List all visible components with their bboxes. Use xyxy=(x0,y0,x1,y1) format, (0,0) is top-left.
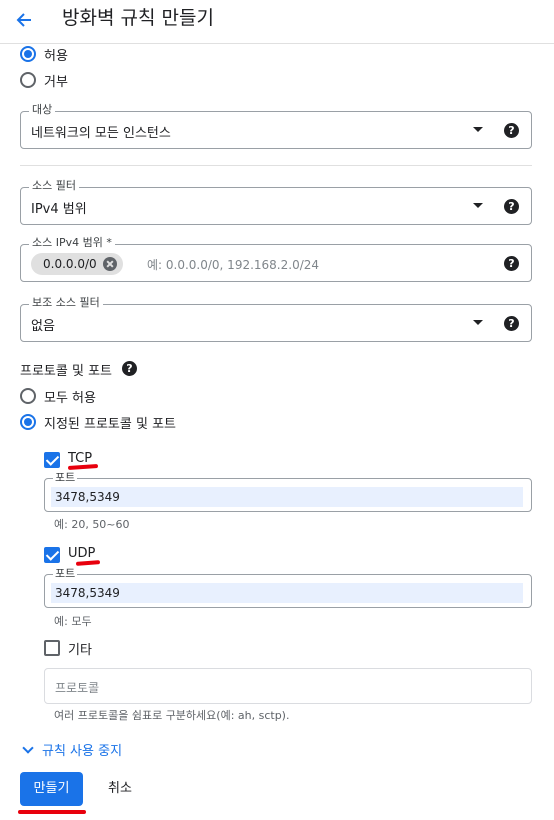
chevron-down-icon xyxy=(22,741,34,754)
arrow-left-icon xyxy=(16,13,31,27)
udp-label: UDP xyxy=(68,546,96,561)
specified-label: 지정된 프로토콜 및 포트 xyxy=(44,417,176,432)
section-divider xyxy=(20,165,532,166)
help-icon[interactable]: ? xyxy=(504,256,519,271)
udp-ports-legend: 포트 xyxy=(53,567,78,580)
annotation-underline xyxy=(67,463,99,471)
other-protocols-placeholder: 프로토콜 xyxy=(55,681,100,695)
source-ipv4-input[interactable]: 소스 IPv4 범위 * 0.0.0.0/0 예: 0.0.0.0/0, 192… xyxy=(20,236,532,282)
target-legend: 대상 xyxy=(29,103,56,117)
clear-icon[interactable] xyxy=(102,257,117,271)
target-select[interactable]: 대상 네트워크의 모든 인스턴스 ? xyxy=(20,103,532,149)
other-protocols-input[interactable]: 프로토콜 xyxy=(44,668,532,704)
udp-ports-hint: 예: 모두 xyxy=(54,615,92,628)
udp-ports-input[interactable]: 포트 3478,5349 xyxy=(44,567,532,608)
create-button[interactable]: 만들기 xyxy=(20,772,83,806)
protocols-heading: 프로토콜 및 포트 xyxy=(20,364,112,379)
help-icon[interactable]: ? xyxy=(504,316,519,331)
secondary-filter-select[interactable]: 보조 소스 필터 없음 ? xyxy=(20,296,532,342)
secondary-filter-legend: 보조 소스 필터 xyxy=(29,296,103,310)
tcp-checkbox[interactable] xyxy=(44,452,60,468)
ip-range-placeholder: 예: 0.0.0.0/0, 192.168.2.0/24 xyxy=(147,258,320,272)
secondary-filter-value: 없음 xyxy=(31,319,55,334)
help-icon[interactable]: ? xyxy=(122,361,137,376)
caret-down-icon[interactable] xyxy=(473,127,483,132)
help-icon[interactable]: ? xyxy=(504,199,519,214)
target-value: 네트워크의 모든 인스턴스 xyxy=(31,126,171,141)
ip-range-chip[interactable]: 0.0.0.0/0 xyxy=(31,253,123,275)
back-button[interactable] xyxy=(10,6,38,34)
deny-label: 거부 xyxy=(44,75,68,90)
source-filter-value: IPv4 범위 xyxy=(31,202,87,217)
deny-radio[interactable] xyxy=(20,72,36,88)
disable-rule-toggle[interactable]: 규칙 사용 중지 xyxy=(22,740,122,759)
tcp-ports-legend: 포트 xyxy=(53,471,78,484)
source-filter-legend: 소스 필터 xyxy=(29,179,79,193)
disable-rule-label: 규칙 사용 중지 xyxy=(42,744,123,759)
allow-radio[interactable] xyxy=(20,46,36,62)
app-header: 방화벽 규칙 만들기 xyxy=(0,0,554,44)
other-label: 기타 xyxy=(68,643,92,658)
allow-all-label: 모두 허용 xyxy=(44,391,96,406)
help-icon[interactable]: ? xyxy=(504,123,519,138)
specified-radio[interactable] xyxy=(20,414,36,430)
other-checkbox[interactable] xyxy=(44,640,60,656)
annotation-underline xyxy=(75,560,101,566)
caret-down-icon[interactable] xyxy=(473,203,483,208)
caret-down-icon[interactable] xyxy=(473,320,483,325)
ip-range-chip-label: 0.0.0.0/0 xyxy=(43,257,97,271)
other-protocols-hint: 여러 프로토콜을 쉼표로 구분하세요(예: ah, sctp). xyxy=(54,709,290,722)
annotation-underline xyxy=(18,810,86,814)
udp-checkbox[interactable] xyxy=(44,547,60,563)
source-filter-select[interactable]: 소스 필터 IPv4 범위 ? xyxy=(20,179,532,225)
tcp-ports-input[interactable]: 포트 3478,5349 xyxy=(44,471,532,512)
allow-label: 허용 xyxy=(44,49,68,64)
allow-all-radio[interactable] xyxy=(20,388,36,404)
tcp-ports-value: 3478,5349 xyxy=(51,487,523,507)
source-ipv4-legend: 소스 IPv4 범위 * xyxy=(29,236,115,250)
cancel-button[interactable]: 취소 xyxy=(104,772,136,806)
page-title: 방화벽 규칙 만들기 xyxy=(62,7,214,29)
udp-ports-value: 3478,5349 xyxy=(51,583,523,603)
tcp-ports-hint: 예: 20, 50~60 xyxy=(54,518,130,531)
